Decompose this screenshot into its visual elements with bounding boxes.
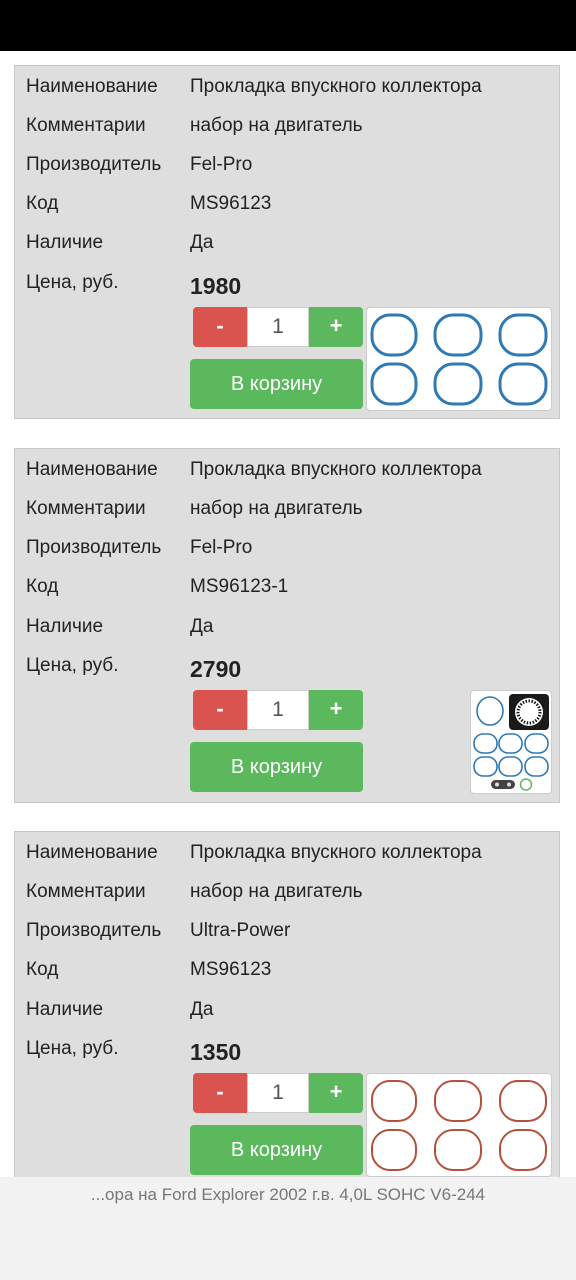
name-label: Наименование (26, 842, 158, 863)
comment-label: Комментарии (26, 881, 146, 902)
stock-label: Наличие (26, 616, 104, 637)
code-value: MS96123-1 (190, 576, 289, 597)
product-card: Наименование Прокладка впускного коллект… (14, 448, 560, 803)
quantity-stepper: - 1 + (193, 307, 363, 347)
gasket-set-image (473, 694, 549, 791)
maker-value: Fel-Pro (190, 154, 253, 175)
product-card: Наименование Прокладка впускного коллект… (14, 831, 560, 1211)
quantity-input[interactable]: 1 (247, 1073, 309, 1113)
quantity-input[interactable]: 1 (247, 307, 309, 347)
quantity-input[interactable]: 1 (247, 690, 309, 730)
price-label: Цена, руб. (26, 1038, 119, 1059)
maker-label: Производитель (26, 537, 162, 558)
add-to-cart-button[interactable]: В корзину (190, 1125, 363, 1175)
gasket-set-image (371, 1080, 547, 1171)
stock-value: Да (190, 999, 214, 1020)
code-value: MS96123 (190, 193, 272, 214)
comment-value: набор на двигатель (190, 498, 363, 519)
price-value: 1350 (190, 1039, 242, 1065)
maker-value: Fel-Pro (190, 537, 253, 558)
quantity-stepper: - 1 + (193, 1073, 363, 1113)
quantity-stepper: - 1 + (193, 690, 363, 730)
price-value: 2790 (190, 656, 242, 682)
decrease-button[interactable]: - (193, 690, 247, 730)
code-label: Код (26, 576, 59, 597)
page-caption: ...ора на Ford Explorer 2002 г.в. 4,0L S… (90, 1185, 486, 1204)
price-label: Цена, руб. (26, 272, 119, 293)
code-label: Код (26, 959, 59, 980)
comment-label: Комментарии (26, 115, 146, 136)
name-label: Наименование (26, 76, 158, 97)
code-label: Код (26, 193, 59, 214)
price-label: Цена, руб. (26, 655, 119, 676)
name-value: Прокладка впускного коллектора (190, 459, 482, 480)
name-value: Прокладка впускного коллектора (190, 76, 482, 97)
increase-button[interactable]: + (309, 690, 363, 730)
increase-button[interactable]: + (309, 1073, 363, 1113)
product-card: Наименование Прокладка впускного коллект… (14, 65, 560, 419)
decrease-button[interactable]: - (193, 1073, 247, 1113)
product-image[interactable] (470, 690, 552, 794)
product-image[interactable] (366, 1073, 552, 1177)
maker-label: Производитель (26, 920, 162, 941)
product-image[interactable] (366, 307, 552, 411)
comment-value: набор на двигатель (190, 881, 363, 902)
decrease-button[interactable]: - (193, 307, 247, 347)
price-value: 1980 (190, 273, 242, 299)
comment-value: набор на двигатель (190, 115, 363, 136)
stock-value: Да (190, 616, 214, 637)
stock-label: Наличие (26, 999, 104, 1020)
bottom-caption-bar: ...ора на Ford Explorer 2002 г.в. 4,0L S… (0, 1177, 576, 1280)
name-label: Наименование (26, 459, 158, 480)
stock-label: Наличие (26, 232, 104, 253)
name-value: Прокладка впускного коллектора (190, 842, 482, 863)
maker-value: Ultra-Power (190, 920, 291, 941)
stock-value: Да (190, 232, 214, 253)
comment-label: Комментарии (26, 498, 146, 519)
maker-label: Производитель (26, 154, 162, 175)
gasket-set-image (370, 313, 548, 406)
increase-button[interactable]: + (309, 307, 363, 347)
add-to-cart-button[interactable]: В корзину (190, 359, 363, 409)
status-bar (0, 0, 576, 51)
code-value: MS96123 (190, 959, 272, 980)
add-to-cart-button[interactable]: В корзину (190, 742, 363, 792)
